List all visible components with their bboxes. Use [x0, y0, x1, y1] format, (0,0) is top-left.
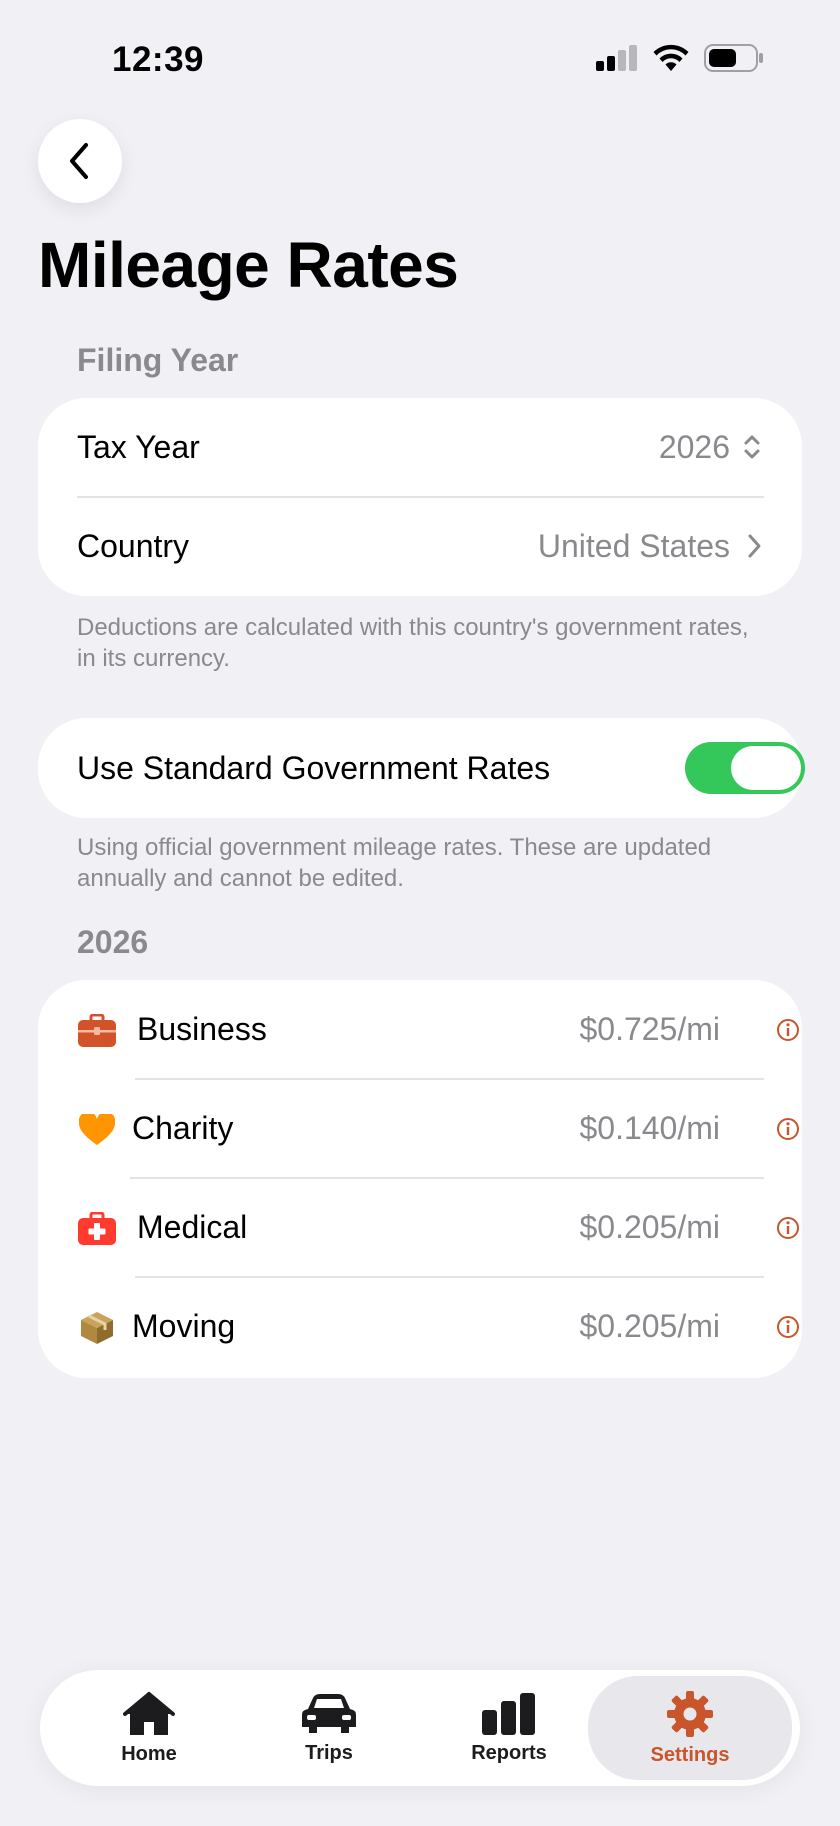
- rate-row-medical[interactable]: Medical $0.205/mi: [38, 1178, 802, 1277]
- rate-row-charity[interactable]: Charity $0.140/mi: [38, 1079, 802, 1178]
- tab-label-settings: Settings: [650, 1743, 730, 1766]
- toggle-knob: [731, 746, 801, 790]
- status-bar: 12:39: [0, 0, 840, 120]
- back-button[interactable]: [38, 119, 122, 203]
- tab-label-home: Home: [121, 1742, 177, 1765]
- rate-value-business: $0.725/mi: [579, 1011, 720, 1047]
- box-icon: [77, 1308, 117, 1348]
- tab-bar: Home Trips Reports Settings: [40, 1670, 800, 1786]
- info-icon[interactable]: [776, 1117, 800, 1141]
- house-icon: [123, 1691, 175, 1735]
- heart-icon: [77, 1110, 117, 1150]
- rates-card: Business $0.725/mi Charity $0.140/mi Med…: [38, 980, 802, 1378]
- tax-year-label: Tax Year: [77, 429, 200, 465]
- rate-value-medical: $0.205/mi: [579, 1209, 720, 1245]
- rates-year-header: 2026: [77, 924, 149, 960]
- page-title: Mileage Rates: [38, 229, 459, 301]
- standard-rates-row: Use Standard Government Rates: [38, 718, 805, 818]
- bar-chart-icon: [482, 1692, 535, 1735]
- cellular-signal-icon: [596, 45, 637, 71]
- info-icon[interactable]: [776, 1018, 800, 1042]
- wifi-icon: [653, 44, 689, 71]
- rate-value-charity: $0.140/mi: [579, 1110, 720, 1146]
- tab-trips[interactable]: Trips: [239, 1670, 419, 1786]
- rate-row-business[interactable]: Business $0.725/mi: [38, 980, 802, 1079]
- briefcase-icon: [77, 1011, 117, 1051]
- rate-label-charity: Charity: [132, 1110, 234, 1146]
- standard-rates-footnote: Using official government mileage rates.…: [77, 834, 712, 892]
- filing-card: Tax Year 2026 Country United States: [38, 398, 802, 596]
- chevron-left-icon: [70, 143, 88, 179]
- info-icon[interactable]: [776, 1315, 800, 1339]
- country-label: Country: [77, 528, 190, 564]
- rate-row-moving[interactable]: Moving $0.205/mi: [38, 1277, 802, 1376]
- tax-year-row[interactable]: Tax Year 2026: [38, 398, 802, 497]
- country-footnote: Deductions are calculated with this coun…: [77, 614, 749, 672]
- standard-rates-label: Use Standard Government Rates: [77, 749, 551, 786]
- chevron-up-down-icon: [744, 435, 760, 459]
- rate-label-business: Business: [137, 1011, 267, 1047]
- car-icon: [302, 1693, 356, 1733]
- standard-rates-card: Use Standard Government Rates: [38, 718, 805, 818]
- tab-reports[interactable]: Reports: [419, 1670, 599, 1786]
- standard-rates-toggle[interactable]: [685, 742, 805, 794]
- rate-label-medical: Medical: [137, 1209, 248, 1245]
- filing-year-header: Filing Year: [77, 342, 239, 378]
- rate-label-moving: Moving: [132, 1308, 236, 1344]
- info-icon[interactable]: [776, 1216, 800, 1240]
- tab-home[interactable]: Home: [59, 1670, 239, 1786]
- tax-year-value: 2026: [658, 429, 730, 465]
- chevron-right-icon: [748, 534, 761, 558]
- rate-value-moving: $0.205/mi: [579, 1308, 720, 1344]
- gear-icon: [667, 1690, 713, 1737]
- status-time: 12:39: [112, 40, 205, 79]
- tab-label-trips: Trips: [305, 1741, 353, 1764]
- medical-kit-icon: [77, 1209, 117, 1249]
- tab-label-reports: Reports: [471, 1741, 547, 1764]
- battery-icon: [704, 44, 763, 72]
- tab-settings[interactable]: Settings: [588, 1676, 792, 1780]
- status-icons: [596, 44, 764, 72]
- country-row[interactable]: Country United States: [38, 497, 802, 596]
- country-value: United States: [537, 528, 730, 564]
